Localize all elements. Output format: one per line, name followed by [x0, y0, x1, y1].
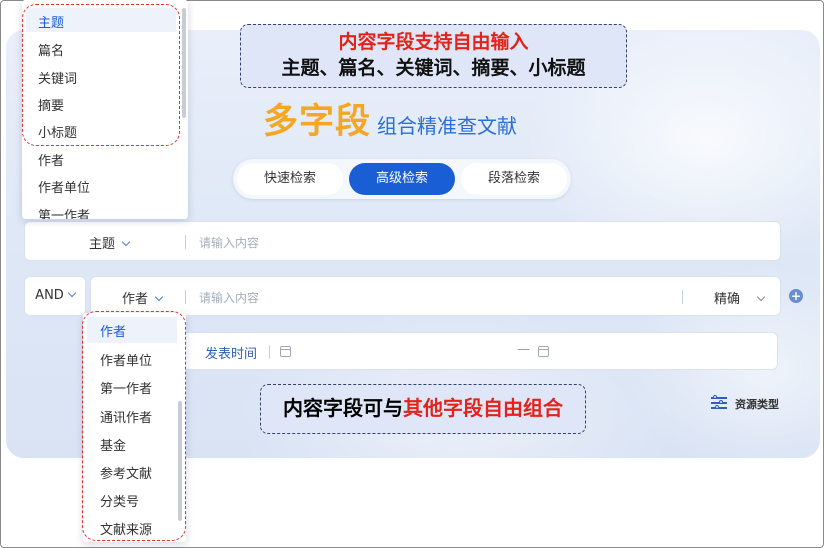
field-select-2[interactable]: 作者	[122, 288, 164, 307]
callout-field-combination: 内容字段可与其他字段自由组合	[260, 384, 586, 434]
divider	[269, 345, 270, 359]
match-mode-select[interactable]: 精确	[714, 288, 766, 307]
dropdown-option[interactable]: 作者	[100, 321, 126, 340]
other-field-dropdown: 作者 作者单位 第一作者 通讯作者 基金 参考文献 分类号 文献来源	[83, 313, 186, 542]
hero-heading: 多字段 组合精准查文献	[263, 93, 518, 142]
date-range-separator: —	[517, 342, 530, 357]
dropdown-option[interactable]: 第一作者	[38, 205, 90, 219]
search-row-2: 作者 请输入内容 精确	[90, 276, 781, 316]
dropdown-option[interactable]: 作者单位	[38, 177, 90, 196]
dropdown-option[interactable]: 基金	[100, 435, 126, 454]
content-field-dropdown: 主题 篇名 关键词 摘要 小标题 作者 作者单位 第一作者	[22, 0, 188, 219]
tab-quick-search[interactable]: 快速检索	[237, 163, 343, 195]
dropdown-option[interactable]: 主题	[38, 12, 64, 31]
chevron-down-icon	[756, 292, 766, 302]
callout-content-fields: 内容字段支持自由输入 主题、篇名、关键词、摘要、小标题	[240, 24, 627, 88]
callout-bottom-highlight: 其他字段自由组合	[403, 396, 563, 420]
callout-field-list: 主题、篇名、关键词、摘要、小标题	[281, 57, 586, 79]
chevron-down-icon	[67, 288, 77, 298]
dropdown-option[interactable]: 篇名	[38, 40, 64, 59]
add-row-button[interactable]: +	[789, 289, 803, 303]
logic-operator-select[interactable]: AND	[24, 276, 86, 316]
calendar-icon[interactable]	[538, 346, 549, 357]
dropdown-option[interactable]: 作者	[38, 150, 64, 169]
dropdown-option[interactable]: 通讯作者	[100, 407, 152, 426]
chevron-down-icon	[121, 237, 131, 247]
scrollbar[interactable]	[182, 8, 186, 118]
search-row-1: 主题 请输入内容	[24, 221, 781, 261]
callout-title: 内容字段支持自由输入	[338, 31, 529, 53]
dropdown-option[interactable]: 分类号	[100, 491, 139, 510]
divider	[185, 290, 186, 304]
date-field-label: 发表时间	[205, 347, 258, 362]
divider	[682, 290, 683, 304]
dropdown-option[interactable]: 作者单位	[100, 350, 152, 369]
search-input-2[interactable]: 请输入内容	[199, 289, 259, 306]
dropdown-option[interactable]: 摘要	[38, 95, 64, 114]
field-select-1-label: 主题	[89, 237, 116, 252]
calendar-icon[interactable]	[280, 346, 291, 357]
dropdown-option[interactable]: 关键词	[38, 68, 77, 87]
dropdown-option[interactable]: 参考文献	[100, 463, 152, 482]
search-mode-tabs: 快速检索 高级检索 段落检索	[233, 159, 571, 199]
chevron-down-icon	[154, 292, 164, 302]
scrollbar[interactable]	[178, 401, 182, 521]
dropdown-option[interactable]: 小标题	[38, 122, 77, 141]
hero-subtitle: 组合精准查文献	[377, 114, 518, 138]
tab-paragraph-search[interactable]: 段落检索	[461, 163, 567, 195]
tab-advanced-search[interactable]: 高级检索	[349, 163, 455, 195]
dropdown-option[interactable]: 第一作者	[100, 378, 152, 397]
hero-big-text: 多字段	[263, 102, 372, 142]
search-row-3: 发表时间 —	[90, 332, 778, 370]
dropdown-option[interactable]: 文献来源	[100, 519, 152, 538]
callout-bottom-text: 内容字段可与	[283, 396, 403, 420]
logic-operator-label: AND	[35, 288, 64, 303]
field-select-2-label: 作者	[122, 292, 149, 307]
divider	[185, 235, 186, 249]
field-select-1[interactable]: 主题	[89, 233, 131, 252]
filter-sliders-icon[interactable]	[711, 394, 727, 411]
resource-type-button[interactable]: 资源类型	[735, 396, 779, 412]
match-mode-label: 精确	[714, 292, 741, 307]
search-input-1[interactable]: 请输入内容	[199, 234, 259, 251]
